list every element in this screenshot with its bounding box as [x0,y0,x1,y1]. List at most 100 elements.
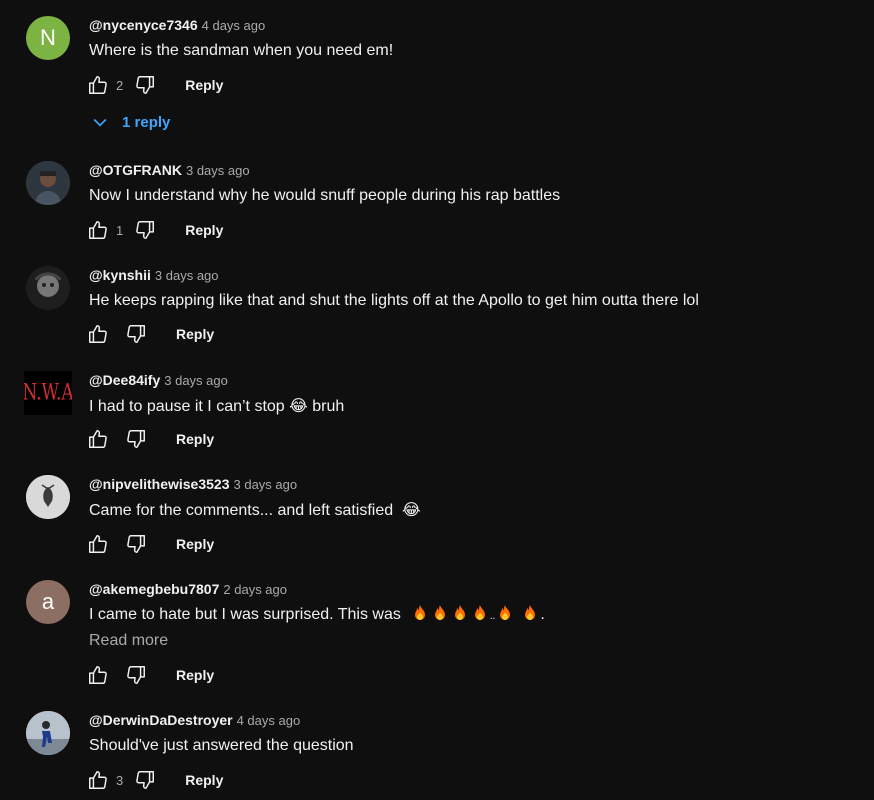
fire-emoji-icon [414,605,425,620]
fire-emoji-icon [474,605,485,620]
fire-emoji-icon [434,605,445,620]
avatar-photo [26,475,70,519]
comment-author[interactable]: @DerwinDaDestroyer [89,712,233,728]
comment-header: @nipvelithewise3523 3 days ago [89,475,297,494]
reply-button[interactable]: Reply [185,77,223,93]
read-more-button[interactable]: Read more [89,632,168,650]
comment-actions: 1 Reply [86,217,223,243]
comment-author[interactable]: @OTGFRANK [89,162,182,178]
comment-time[interactable]: 2 days ago [223,582,287,597]
comment-text: Should've just answered the question [89,737,354,754]
avatar-photo [26,711,70,755]
like-button[interactable] [86,322,110,346]
reply-button[interactable]: Reply [185,772,223,788]
comment-actions: 2 Reply [86,72,223,98]
avatar-photo [26,266,70,310]
comment-header: @Dee84ify 3 days ago [89,371,228,390]
comment-actions: 3 Reply [86,767,223,793]
avatar-letter: N [40,25,56,50]
comment-time[interactable]: 4 days ago [237,713,301,728]
comment-text-part: bruh [307,398,345,415]
avatar[interactable] [26,475,70,519]
dislike-button[interactable] [124,532,148,556]
thumbs-up-icon [89,76,107,94]
thumbs-down-icon [127,666,145,684]
avatar[interactable]: N.W.A [24,371,72,415]
comment-header: @DerwinDaDestroyer 4 days ago [89,711,300,730]
comment-time[interactable]: 3 days ago [164,373,228,388]
reply-button[interactable]: Reply [185,222,223,238]
reply-button[interactable]: Reply [176,326,214,342]
comment-time[interactable]: 3 days ago [186,163,250,178]
fire-emoji-icon [525,605,536,620]
comment-header: @OTGFRANK 3 days ago [89,161,250,180]
dislike-button[interactable] [133,73,157,97]
thumbs-down-icon [136,221,155,239]
like-count: 3 [116,772,124,788]
avatar[interactable] [26,266,70,310]
laughing-emoji-icon: 😂 [289,396,308,415]
reply-button[interactable]: Reply [176,431,214,447]
dislike-button[interactable] [124,322,148,346]
avatar[interactable]: a [26,580,70,624]
comment-time[interactable]: 3 days ago [234,477,298,492]
thumbs-down-icon [127,430,145,448]
ellipsis-dots: .. [489,611,496,622]
thumbs-down-icon [136,76,155,94]
like-button[interactable] [86,218,110,242]
comment-time[interactable]: 4 days ago [202,18,266,33]
comment-text: I had to pause it I can’t stop 😂 bruh [89,395,344,418]
comment-header: @kynshii 3 days ago [89,266,219,285]
comment-author[interactable]: @akemegbebu7807 [89,581,219,597]
comment-text: He keeps rapping like that and shut the … [89,292,699,309]
laughing-emoji-icon: 😂 [402,500,421,519]
avatar[interactable] [26,711,70,755]
comment-header: @nycenyce7346 4 days ago [89,16,265,35]
avatar[interactable] [26,161,70,205]
view-replies-button[interactable]: 1 reply [90,112,170,132]
comment-actions: Reply [86,531,214,557]
like-button[interactable] [86,532,110,556]
comment-author[interactable]: @nycenyce7346 [89,17,198,33]
like-button[interactable] [86,663,110,687]
dislike-button[interactable] [124,427,148,451]
dislike-button[interactable] [133,768,157,792]
comment-author[interactable]: @nipvelithewise3523 [89,476,230,492]
like-count: 1 [116,222,124,238]
thumbs-up-icon [89,771,107,789]
comment-text: Where is the sandman when you need em! [89,42,394,59]
comment-author[interactable]: @Dee84ify [89,372,160,388]
like-button[interactable] [86,768,110,792]
thumbs-down-icon [136,771,155,789]
like-button[interactable] [86,427,110,451]
dislike-button[interactable] [124,663,148,687]
reply-button[interactable]: Reply [176,536,214,552]
thumbs-up-icon [89,535,107,553]
comment-header: @akemegbebu7807 2 days ago [89,580,287,599]
chevron-down-icon [93,118,107,127]
like-count: 2 [116,77,124,93]
comment-text: I came to hate but I was surprised. This… [89,604,545,628]
like-button[interactable] [86,73,110,97]
thumbs-down-icon [127,535,145,553]
comment-text: Now I understand why he would snuff peop… [89,187,561,204]
comment-actions: Reply [86,662,214,688]
avatar[interactable]: N [26,16,70,60]
fire-emoji-icon [454,605,465,620]
comments-section: N @nycenyce7346 4 days ago Where is the s… [0,0,874,800]
comment-text-part: . [540,606,545,623]
thumbs-up-icon [89,221,107,239]
comment-time[interactable]: 3 days ago [155,268,219,283]
thumbs-up-icon [89,666,107,684]
comment-actions: Reply [86,321,214,347]
comment-text-part: I had to pause it I can’t stop [89,398,290,415]
comment-text-part: Came for the comments... and left satisf… [89,502,403,519]
dislike-button[interactable] [133,218,157,242]
comment-author[interactable]: @kynshii [89,267,151,283]
avatar-letter: a [41,589,55,614]
thumbs-down-icon [127,325,145,343]
avatar-photo [26,161,70,205]
thumbs-up-icon [89,325,107,343]
fire-emoji-icon [500,605,511,620]
reply-button[interactable]: Reply [176,667,214,683]
